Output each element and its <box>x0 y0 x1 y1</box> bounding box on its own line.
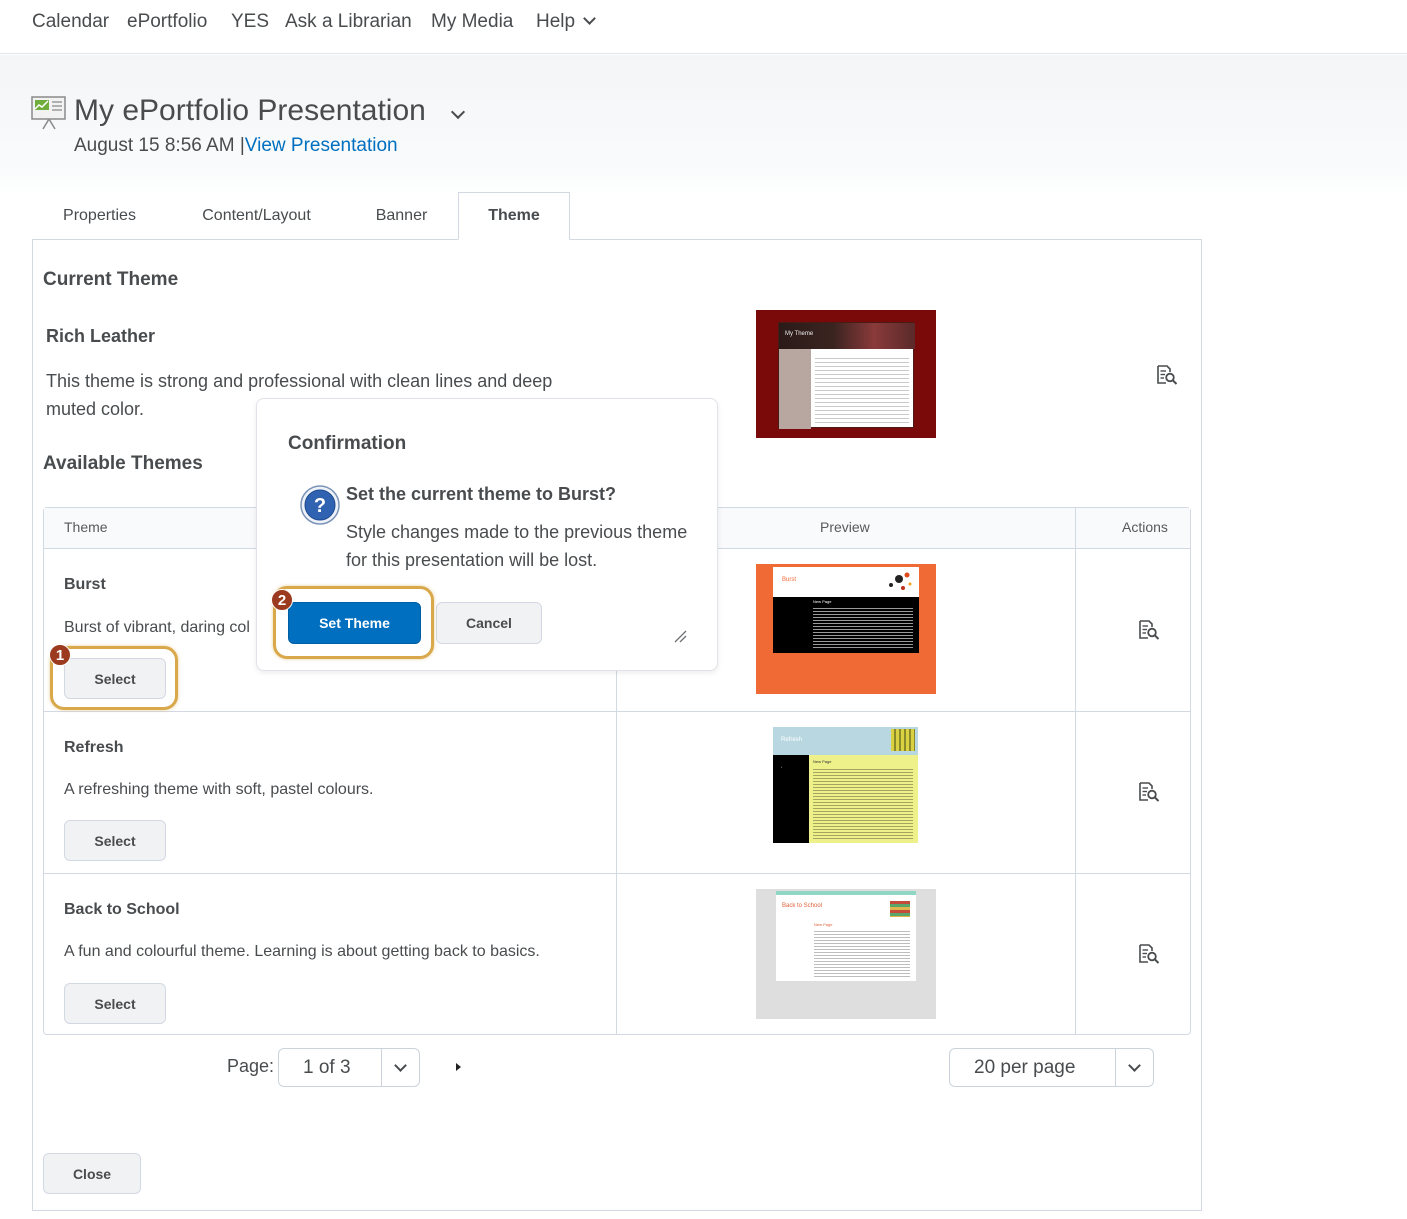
theme-name-back-to-school: Back to School <box>64 901 180 918</box>
preview-banner: Burst <box>773 567 919 597</box>
dialog-title: Confirmation <box>288 433 407 454</box>
preview-zoom-icon[interactable] <box>1156 364 1178 386</box>
available-themes-heading: Available Themes <box>43 453 203 474</box>
nav-help-label: Help <box>536 11 576 32</box>
page-select[interactable]: 1 of 3 <box>278 1048 420 1087</box>
nav-calendar[interactable]: Calendar <box>32 11 109 33</box>
preview-banner-title: Burst <box>782 577 797 583</box>
cancel-button[interactable]: Cancel <box>436 602 542 644</box>
preview-text-lines <box>813 606 913 648</box>
preview-sidebar-link: • <box>781 765 783 769</box>
preview-banner: My Theme <box>779 323 915 349</box>
preview-zoom-icon[interactable] <box>1138 943 1160 965</box>
tab-theme[interactable]: Theme <box>458 192 570 240</box>
theme-description-refresh: A refreshing theme with soft, pastel col… <box>64 781 374 798</box>
top-navigation: Calendar ePortfolio YES Ask a Librarian … <box>0 0 1407 54</box>
preview-banner: Back to School <box>776 891 916 919</box>
tab-banner[interactable]: Banner <box>346 192 457 240</box>
nav-my-media[interactable]: My Media <box>431 11 513 33</box>
preview-text-lines <box>813 767 913 839</box>
preview-sidebar <box>779 349 811 429</box>
current-theme-heading: Current Theme <box>43 269 179 290</box>
rich-leather-preview-thumbnail: My Theme <box>756 310 936 438</box>
column-header-preview: Preview <box>820 519 870 535</box>
column-divider <box>1075 508 1076 1034</box>
preview-page: My Theme <box>778 322 915 429</box>
nav-eportfolio[interactable]: ePortfolio <box>127 11 207 33</box>
svg-text:?: ? <box>314 495 326 517</box>
nav-yes[interactable]: YES <box>231 11 269 33</box>
preview-body: New Page <box>809 755 918 843</box>
preview-page-title: New Page <box>814 922 833 927</box>
chevron-down-icon <box>583 12 596 25</box>
current-theme-description-line: This theme is strong and professional wi… <box>46 371 553 391</box>
last-modified-date: August 15 8:56 AM | <box>74 135 245 156</box>
presentation-subline: August 15 8:56 AM |View Presentation <box>74 135 398 157</box>
preview-banner-title: Refresh <box>781 737 803 743</box>
callout-badge-2: 2 <box>271 589 293 611</box>
preview-text-lines <box>814 929 910 977</box>
preview-body: New Page <box>773 597 919 653</box>
preview-splatter <box>889 572 912 590</box>
page-select-value: 1 of 3 <box>303 1057 351 1078</box>
preview-text-lines <box>815 355 909 423</box>
preview-banner-title: Back to School <box>782 903 823 909</box>
view-presentation-link[interactable]: View Presentation <box>245 135 398 156</box>
per-page-select-value: 20 per page <box>974 1057 1076 1078</box>
preview-body: New Page <box>776 919 916 981</box>
callout-badge-1: 1 <box>49 644 71 666</box>
tab-content-layout[interactable]: Content/Layout <box>168 192 345 240</box>
theme-description-burst: Burst of vibrant, daring col <box>64 619 250 636</box>
select-back-to-school-button[interactable]: Select <box>64 983 166 1024</box>
preview-books-graphic <box>890 901 910 917</box>
burst-preview-thumbnail: Burst New Page <box>756 564 936 694</box>
chevron-down-icon <box>1115 1049 1153 1086</box>
nav-ask-a-librarian[interactable]: Ask a Librarian <box>285 11 412 33</box>
presentation-icon <box>31 96 66 130</box>
preview-page-title: New Page <box>813 599 832 604</box>
resize-handle-icon[interactable] <box>673 629 687 643</box>
next-page-icon[interactable] <box>456 1063 461 1071</box>
row-divider <box>44 711 1190 712</box>
page-title: My ePortfolio Presentation <box>74 94 426 127</box>
dialog-question: Set the current theme to Burst? <box>346 484 617 504</box>
refresh-preview-thumbnail: Refresh • New Page <box>773 727 918 843</box>
tab-properties[interactable]: Properties <box>32 192 167 240</box>
preview-banner-title: My Theme <box>785 331 814 337</box>
preview-banner: Refresh <box>773 727 918 755</box>
question-icon: ? <box>300 485 340 525</box>
close-button[interactable]: Close <box>43 1153 141 1194</box>
theme-name-burst: Burst <box>64 576 106 593</box>
column-header-actions: Actions <box>1122 519 1168 535</box>
back-to-school-preview-thumbnail: Back to School New Page <box>756 889 936 1019</box>
current-theme-name: Rich Leather <box>46 326 156 346</box>
select-refresh-button[interactable]: Select <box>64 820 166 861</box>
theme-description-back-to-school: A fun and colourful theme. Learning is a… <box>64 943 540 960</box>
preview-page-title: New Page <box>813 759 832 764</box>
chevron-down-icon <box>381 1049 419 1086</box>
theme-name-refresh: Refresh <box>64 739 124 756</box>
preview-zoom-icon[interactable] <box>1138 781 1160 803</box>
column-header-theme: Theme <box>64 519 108 535</box>
page-label: Page: <box>227 1056 275 1076</box>
callout-highlight-set-theme <box>273 586 434 659</box>
row-divider <box>44 873 1190 874</box>
nav-help[interactable]: Help <box>536 11 596 33</box>
preview-banner-graphic <box>891 729 915 751</box>
preview-sidebar: • <box>773 755 809 843</box>
preview-zoom-icon[interactable] <box>1138 619 1160 641</box>
dialog-message: Style changes made to the previous theme… <box>346 522 688 570</box>
per-page-select[interactable]: 20 per page <box>949 1048 1154 1087</box>
